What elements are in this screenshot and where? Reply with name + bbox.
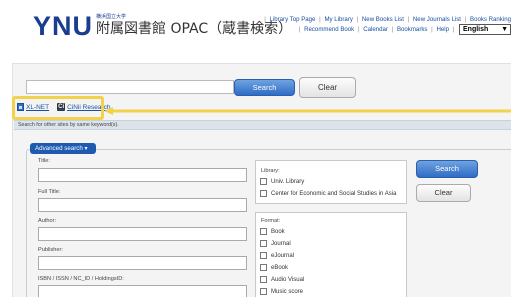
- advanced-search-button[interactable]: Search: [416, 160, 478, 178]
- checkbox[interactable]: [260, 240, 267, 247]
- library-option[interactable]: Univ. Library: [260, 178, 304, 185]
- checkbox[interactable]: [260, 190, 267, 197]
- link-library-top[interactable]: Library Top Page: [269, 16, 315, 23]
- format-option[interactable]: eBook: [260, 264, 288, 271]
- author-label: Author:: [38, 218, 57, 224]
- checkbox[interactable]: [260, 276, 267, 283]
- link-bookmarks[interactable]: Bookmarks: [397, 26, 427, 33]
- highlight-box: [12, 96, 104, 120]
- link-recommend-book[interactable]: Recommend Book: [304, 26, 354, 33]
- checkbox[interactable]: [260, 252, 267, 259]
- search-button[interactable]: Search: [234, 79, 295, 96]
- isbn-input[interactable]: [38, 285, 247, 297]
- link-calendar[interactable]: Calendar: [363, 26, 388, 33]
- link-new-books[interactable]: New Books List: [362, 16, 404, 23]
- search-input[interactable]: [26, 80, 234, 94]
- format-option[interactable]: Book: [260, 228, 285, 235]
- full-title-input[interactable]: [38, 198, 247, 212]
- top-links: | Library Top Page | My Library | New Bo…: [264, 16, 511, 35]
- library-filter: Library: Univ. Library Center for Econom…: [255, 160, 407, 204]
- chevron-down-icon: ▼: [501, 26, 508, 33]
- library-label: Library:: [261, 168, 280, 174]
- format-option-label: Journal: [271, 240, 291, 247]
- format-option[interactable]: Audio Visual: [260, 276, 304, 283]
- language-value: English: [463, 26, 489, 33]
- format-option-label: Audio Visual: [271, 276, 305, 283]
- format-option[interactable]: eJournal: [260, 252, 294, 259]
- format-filter: Format: Book Journal eJournal eBook Audi…: [255, 212, 407, 297]
- link-books-ranking[interactable]: Books Ranking: [470, 16, 511, 23]
- isbn-label: ISBN / ISSN / NC_ID / HoldingsID:: [38, 276, 124, 282]
- callout-arrow-icon: [104, 107, 511, 115]
- full-title-label: Full Title:: [38, 189, 61, 195]
- format-label: Format:: [261, 218, 281, 224]
- format-option[interactable]: Music score: [260, 288, 303, 295]
- logo-ynu: YNU: [33, 11, 94, 41]
- format-option-label: Book: [271, 228, 285, 235]
- library-option[interactable]: Center for Economic and Social Studies i…: [260, 190, 396, 197]
- library-logo[interactable]: YNU 横浜国立大学 附属図書館 OPAC（蔵書検索）: [33, 12, 292, 40]
- publisher-input[interactable]: [38, 256, 247, 270]
- publisher-label: Publisher:: [38, 247, 63, 253]
- triangle-down-icon: ▾: [84, 145, 88, 152]
- library-option-label: Univ. Library: [271, 178, 305, 185]
- author-input[interactable]: [38, 227, 247, 241]
- page-header: YNU 横浜国立大学 附属図書館 OPAC（蔵書検索） | Library To…: [0, 0, 511, 52]
- link-new-journals[interactable]: New Journals List: [413, 16, 461, 23]
- format-option-label: eJournal: [271, 252, 295, 259]
- format-option-label: eBook: [271, 264, 289, 271]
- advanced-search-toggle[interactable]: Advanced search ▾: [30, 143, 96, 154]
- checkbox[interactable]: [260, 228, 267, 235]
- advanced-search-label: Advanced search: [35, 145, 83, 152]
- clear-button[interactable]: Clear: [299, 77, 356, 98]
- library-option-label: Center for Economic and Social Studies i…: [271, 190, 397, 197]
- format-option-label: Music score: [271, 288, 304, 295]
- link-my-library[interactable]: My Library: [324, 16, 352, 23]
- title-label: Title:: [38, 158, 50, 164]
- checkbox[interactable]: [260, 288, 267, 295]
- checkbox[interactable]: [260, 264, 267, 271]
- checkbox[interactable]: [260, 178, 267, 185]
- other-sites-note: Search for other sites by same keyword(s…: [14, 120, 511, 130]
- link-help[interactable]: Help: [436, 26, 449, 33]
- advanced-clear-button[interactable]: Clear: [416, 184, 471, 202]
- format-option[interactable]: Journal: [260, 240, 291, 247]
- language-select[interactable]: English ▼: [459, 24, 511, 35]
- title-input[interactable]: [38, 168, 247, 182]
